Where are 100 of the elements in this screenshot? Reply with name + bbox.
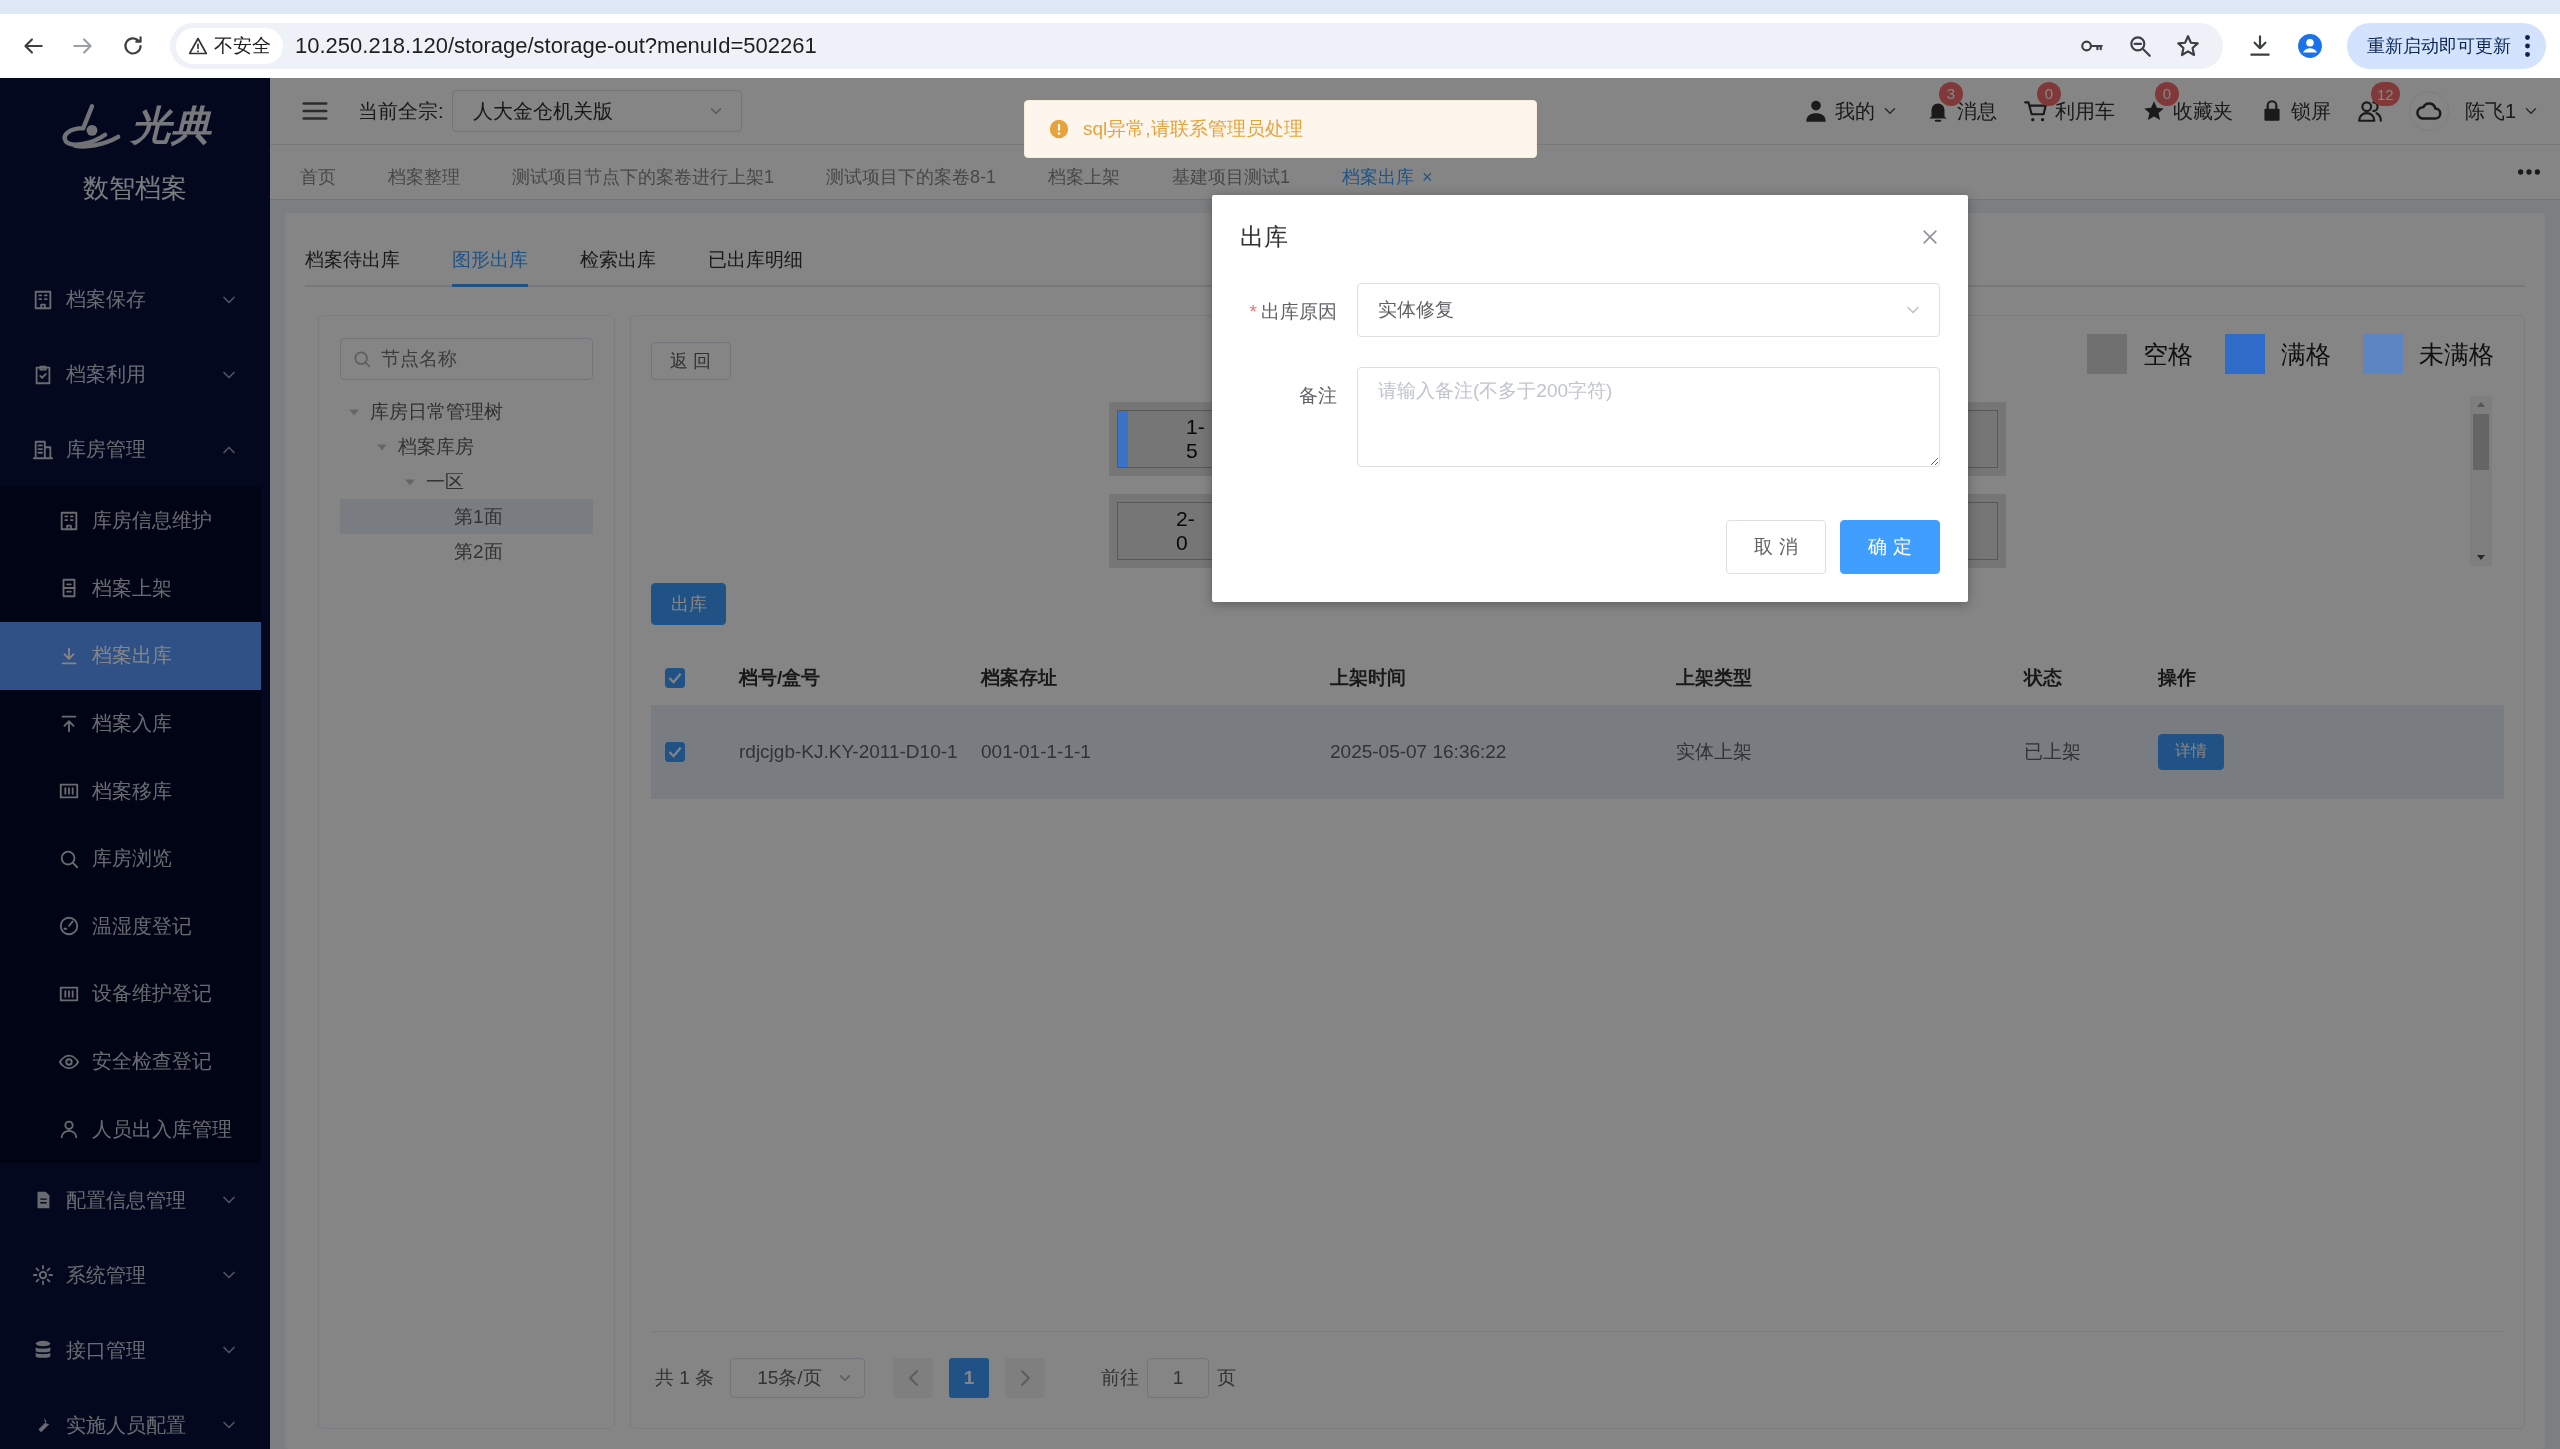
tab[interactable]: 档案整理 (362, 165, 486, 189)
count-badge: 12 (2370, 82, 2400, 106)
tree-node[interactable]: 档案库房 (340, 429, 593, 464)
sidebar-item[interactable]: 温湿度登记 (0, 892, 261, 961)
sidebar-item[interactable]: 实施人员配置 (0, 1387, 261, 1449)
page-jump-field[interactable]: 1 (1147, 1358, 1210, 1398)
toolbar-button[interactable] (2356, 98, 2383, 124)
shelf-label: 1- (1186, 415, 1205, 439)
remarks-field[interactable]: 请输入备注(不多于200字符) (1357, 367, 1940, 467)
checkmark-icon (668, 671, 682, 685)
building-icon (58, 509, 80, 532)
toolbar-button[interactable]: 我的 (1802, 97, 1899, 125)
building-icon (32, 288, 54, 311)
search-icon (352, 349, 372, 369)
tab[interactable]: 图形出库 (452, 245, 528, 287)
more-icon (2525, 35, 2530, 57)
sidebar-item[interactable]: 设备维护登记 (0, 960, 261, 1028)
sidebar-item[interactable]: 库房管理 (0, 412, 261, 487)
tab[interactable]: 首页 (274, 165, 362, 189)
shelf-label: 2- (1176, 507, 1195, 531)
person-icon (58, 1118, 80, 1141)
detail-button[interactable]: 详情 (2158, 733, 2224, 770)
scrollbar[interactable] (2470, 396, 2492, 566)
required-mark: * (1249, 301, 1257, 322)
warning-icon (1049, 119, 1069, 139)
brand-name: 光典 (131, 102, 211, 149)
table-cell-text: rdjcjgb-KJ.KY-2011-D10-1 (739, 739, 959, 764)
close-icon[interactable] (1920, 227, 1940, 247)
toolbar-button[interactable]: 锁屏 (2258, 97, 2331, 125)
page-suffix: 页 (1217, 1366, 1237, 1390)
sidebar-item[interactable]: 库房浏览 (0, 824, 261, 893)
chevron-right-icon (1020, 1370, 1030, 1386)
sidebar-item[interactable]: 安全检查登记 (0, 1027, 261, 1096)
sidebar-item[interactable]: 档案移库 (0, 757, 261, 825)
office-building-icon (32, 438, 54, 461)
legend-label: 空格 (2143, 338, 2193, 370)
tab[interactable]: 档案上架 (1022, 165, 1147, 189)
cart-icon (2022, 98, 2049, 124)
checkmark-icon (668, 744, 682, 759)
jump-label: 前往 (1101, 1366, 1140, 1390)
address-bar[interactable]: 不安全 10.250.218.120/storage/storage-out?menuId=502261 (170, 23, 2223, 69)
app-subtitle: 数智档案 (83, 172, 187, 205)
back-button[interactable]: 返 回 (651, 342, 731, 380)
total-count: 共 1 条 (655, 1366, 715, 1390)
profile-icon[interactable] (2297, 33, 2323, 59)
tree-node[interactable]: 第1面 (340, 499, 593, 534)
checkout-button[interactable]: 出库 (651, 583, 726, 625)
table-cell-text: 实体上架 (1676, 739, 1753, 764)
field-label: 出库原因 (1261, 301, 1337, 322)
page-size-select[interactable]: 15条/页 (730, 1358, 866, 1398)
sidebar-item[interactable]: 库房信息维护 (0, 487, 261, 555)
column-header: 状态 (2024, 666, 2063, 690)
select-field[interactable]: 实体修复 (1357, 283, 1940, 337)
tab[interactable]: 测试项目节点下的案卷进行上架1 (486, 165, 800, 189)
tree-node[interactable]: 一区 (340, 464, 593, 499)
download-icon[interactable] (2247, 33, 2273, 59)
star-icon[interactable] (2175, 33, 2201, 59)
fonds-select[interactable]: 人大金仓机关版 (451, 90, 742, 132)
tab[interactable]: 检索出库 (580, 245, 656, 287)
settings-icon (32, 1264, 54, 1287)
row-checkbox[interactable] (665, 741, 685, 762)
tree-node[interactable]: 库房日常管理树 (340, 394, 593, 429)
legend-label: 未满格 (2419, 338, 2494, 370)
sidebar-item[interactable]: 系统管理 (0, 1237, 261, 1313)
table-cell-text: 001-01-1-1-1 (981, 739, 1092, 764)
select-all-checkbox[interactable] (665, 668, 685, 688)
column-header: 操作 (2158, 666, 2197, 690)
sidebar-item[interactable]: 档案保存 (0, 262, 261, 337)
tab-close-button[interactable]: × (1422, 166, 1433, 188)
column-header: 上架时间 (1330, 666, 1407, 690)
tab[interactable]: 测试项目下的案卷8-1 (800, 165, 1023, 189)
warning-icon (188, 36, 208, 56)
column-header: 档号/盒号 (739, 666, 822, 690)
tree-node[interactable]: 第2面 (340, 534, 593, 569)
sidebar-item[interactable]: 接口管理 (0, 1312, 261, 1388)
sidebar-item[interactable]: 人员出入库管理 (0, 1095, 261, 1163)
cancel-button[interactable]: 取 消 (1726, 520, 1826, 574)
page-button[interactable]: 1 (949, 1358, 990, 1398)
shelf-count: 0 (1176, 531, 1189, 555)
security-chip[interactable]: 不安全 (176, 28, 283, 64)
chevron-left-icon (908, 1370, 918, 1386)
shelf-count: 5 (1186, 439, 1199, 463)
legend-label: 满格 (2281, 338, 2331, 370)
field-label: 备注 (1299, 385, 1337, 406)
user-menu[interactable]: 陈飞1 (2408, 91, 2540, 131)
update-button[interactable]: 重新启动即可更新 (2347, 23, 2546, 69)
gauge-icon (58, 915, 80, 938)
more-icon[interactable] (2518, 169, 2540, 175)
sidebar-item[interactable]: 档案出库 (0, 622, 261, 690)
toast-text: sql异常,请联系管理员处理 (1083, 117, 1303, 141)
search-field[interactable]: 节点名称 (340, 338, 593, 380)
fonds-label: 当前全宗: (358, 98, 444, 124)
column-header: 上架类型 (1676, 666, 1753, 690)
zoom-icon[interactable] (2127, 33, 2153, 59)
tab[interactable]: 档案待出库 (305, 245, 400, 287)
tab[interactable]: 档案出库 × (1316, 165, 1459, 189)
confirm-button[interactable]: 确 定 (1840, 520, 1940, 574)
tab[interactable]: 已出库明细 (708, 245, 803, 287)
sidebar-item[interactable]: 档案利用 (0, 337, 261, 412)
tab[interactable]: 基建项目测试1 (1146, 165, 1317, 189)
